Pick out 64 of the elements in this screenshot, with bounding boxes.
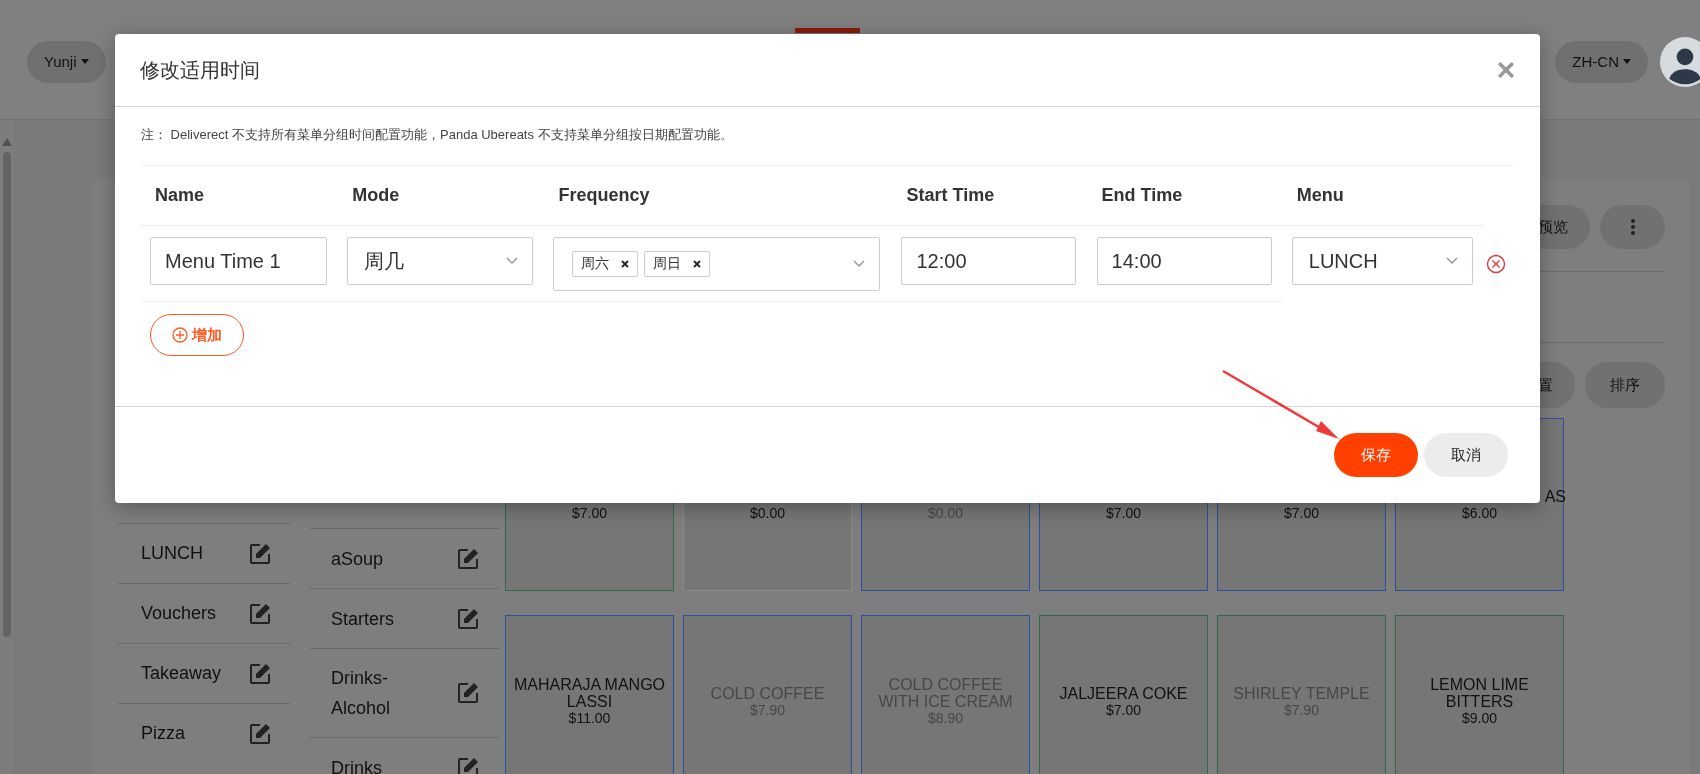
day-tag: 周六 — [572, 251, 639, 277]
add-button[interactable]: 增加 — [150, 314, 244, 356]
save-button[interactable]: 保存 — [1334, 433, 1418, 477]
sort-button[interactable]: 排序 — [1585, 362, 1665, 408]
product-price: $9.00 — [1461, 710, 1497, 726]
product-price: $7.00 — [1283, 504, 1319, 521]
product-price: $11.00 — [568, 710, 611, 726]
product-price: $6.00 — [1461, 505, 1497, 521]
edit-icon[interactable] — [248, 721, 272, 746]
avatar-icon[interactable] — [1660, 36, 1700, 87]
product-price: $7.00 — [1105, 701, 1141, 718]
column-header: Name — [141, 166, 339, 226]
chevron-down-icon — [1445, 257, 1458, 265]
remove-icon[interactable] — [621, 260, 630, 268]
active-tab-indicator — [795, 28, 860, 33]
chevron-down-icon — [506, 257, 519, 265]
delete-icon[interactable] — [1486, 253, 1506, 274]
edit-icon[interactable] — [248, 661, 272, 686]
edit-icon[interactable] — [456, 606, 480, 631]
account-dropdown[interactable]: Yunji — [27, 40, 106, 83]
category-item[interactable]: Takeaway — [118, 643, 290, 703]
edit-icon[interactable] — [456, 681, 480, 705]
day-tag: 周日 — [644, 251, 711, 277]
mode-select[interactable]: 周几 — [347, 237, 534, 285]
category-item[interactable]: Vouchers — [118, 583, 290, 643]
product-card[interactable]: MAHARAJA MANGO LASSI $11.00 — [505, 614, 674, 774]
remove-icon[interactable] — [693, 260, 702, 268]
product-card[interactable]: JALJEERA COKE $7.00 — [1039, 614, 1208, 774]
dialog-title: 修改适用时间 — [140, 57, 260, 83]
edit-icon[interactable] — [248, 601, 272, 626]
product-name: MAHARAJA MANGO LASSI — [512, 676, 667, 710]
column-header: End Time — [1087, 166, 1283, 226]
product-price: $0.00 — [749, 504, 785, 521]
menu-group-item[interactable]: aSoup — [310, 528, 500, 588]
note-text: 注： Deliverect 不支持所有菜单分组时间配置功能，Panda Ubereats 不支持菜单分组按日期配置功能。 — [141, 107, 1514, 166]
menu-group-item[interactable]: Starters — [310, 588, 500, 648]
chevron-down-icon — [853, 260, 866, 268]
menu-group-item[interactable]: Drinks-Alcohol — [310, 648, 500, 737]
edit-icon[interactable] — [456, 755, 480, 774]
menu-group-item[interactable]: Drinks — [310, 737, 500, 774]
cancel-button[interactable]: 取消 — [1424, 433, 1508, 477]
close-icon[interactable] — [1498, 62, 1514, 78]
column-header: Mode — [338, 166, 545, 226]
product-card[interactable]: LEMON LIME BITTERS $9.00 — [1395, 614, 1564, 774]
end-time-input[interactable]: 14:00 — [1096, 237, 1272, 285]
scrollbar-thumb[interactable] — [2, 152, 11, 637]
language-dropdown[interactable]: ZH-CN — [1555, 40, 1648, 83]
column-header: Start Time — [892, 166, 1088, 226]
product-name: JALJEERA COKE — [1059, 684, 1188, 702]
menu-select[interactable]: LUNCH — [1291, 237, 1473, 285]
column-header: Menu — [1282, 166, 1484, 226]
product-price: $7.00 — [1105, 504, 1141, 521]
plus-circle-icon — [172, 327, 188, 343]
category-item[interactable]: Pizza — [118, 703, 290, 763]
name-input[interactable]: Menu Time 1 — [150, 237, 327, 285]
product-price: $7.00 — [571, 504, 607, 521]
category-item[interactable]: LUNCH — [118, 523, 290, 583]
column-header: Frequency — [544, 166, 893, 226]
frequency-select[interactable]: 周六 周日 — [553, 237, 881, 291]
edit-icon[interactable] — [456, 546, 480, 571]
edit-icon[interactable] — [248, 541, 272, 566]
product-name: LEMON LIME BITTERS — [1429, 676, 1530, 710]
start-time-input[interactable]: 12:00 — [901, 237, 1077, 285]
more-icon — [1630, 219, 1635, 235]
